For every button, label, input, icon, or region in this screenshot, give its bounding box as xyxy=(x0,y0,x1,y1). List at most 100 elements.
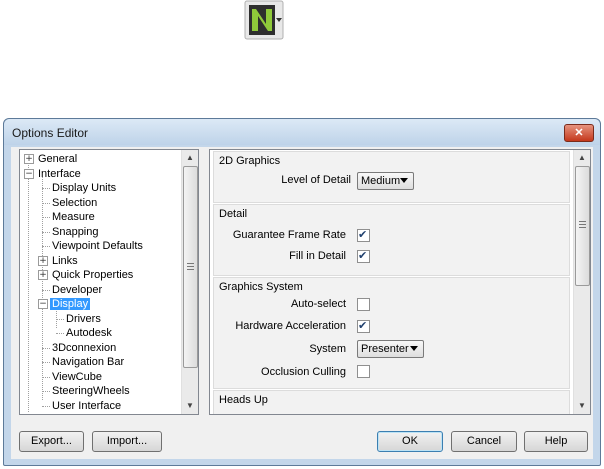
tree-item-label: General xyxy=(38,153,78,165)
tree-connector xyxy=(42,347,50,349)
grip-line xyxy=(187,266,194,267)
expand-icon[interactable]: + xyxy=(38,270,48,280)
options-tree: + General − Interface Display Units Selection… xyxy=(19,149,199,415)
fill-in-detail-label: Fill in Detail xyxy=(289,250,346,262)
tree-item[interactable]: User Interface xyxy=(50,399,123,413)
level-of-detail-value: Medium xyxy=(361,175,401,187)
tree-item-label: Quick Properties xyxy=(52,269,134,281)
ok-button[interactable]: OK xyxy=(377,431,443,452)
tree-connector xyxy=(28,162,29,412)
grip-line xyxy=(579,224,586,225)
tree-item[interactable]: Links xyxy=(50,254,80,268)
tree-item-label: Developer xyxy=(52,283,103,296)
tree-item-label: 3Dconnexion xyxy=(52,341,117,354)
tree-connector xyxy=(42,231,50,233)
tree-item[interactable]: Snapping xyxy=(50,225,101,239)
fill-in-detail-checkbox[interactable]: ✔ xyxy=(357,249,370,263)
tree-item[interactable]: Selection xyxy=(50,196,99,210)
hardware-acceleration-label: Hardware Acceleration xyxy=(235,320,346,332)
scroll-thumb[interactable] xyxy=(575,166,590,286)
auto-select-checkbox[interactable] xyxy=(357,298,370,311)
scroll-up-arrow-icon[interactable]: ▲ xyxy=(574,150,590,166)
level-of-detail-dropdown[interactable]: Medium xyxy=(357,172,414,190)
options-editor-dialog: Options Editor ✕ + General − Interface Displ… xyxy=(3,118,601,466)
tree-item[interactable]: Display xyxy=(50,297,91,311)
close-button[interactable]: ✕ xyxy=(564,124,594,142)
tree-connector xyxy=(42,362,50,363)
tree-item-label: Selection xyxy=(52,196,98,209)
system-dropdown[interactable]: Presenter xyxy=(357,340,424,358)
tree-item[interactable]: Viewpoint Defaults xyxy=(50,239,145,253)
group-detail: Detail Guarantee Frame Rate ✔ Fill in De… xyxy=(213,204,570,276)
title-bar[interactable]: Options Editor ✕ xyxy=(4,119,600,145)
group-title-graphics-system: Graphics System xyxy=(219,281,303,293)
tree-item[interactable]: Navigation Bar xyxy=(50,355,126,369)
expand-icon[interactable]: + xyxy=(38,255,48,266)
chevron-down-icon xyxy=(410,346,418,351)
tree-item-label: User Interface xyxy=(52,399,122,412)
tree-item-label: Autodesk xyxy=(66,327,112,339)
tree-connector xyxy=(56,318,64,320)
tree-item[interactable]: Quick Properties xyxy=(50,268,135,282)
help-button[interactable]: Help xyxy=(524,431,588,452)
chevron-down-icon xyxy=(400,178,408,183)
tree-connector xyxy=(42,405,50,407)
scroll-thumb[interactable] xyxy=(183,166,198,368)
tree-connector xyxy=(42,177,43,400)
tree-vertical-scrollbar[interactable]: ▲ ▼ xyxy=(181,150,198,414)
tree-connector xyxy=(42,217,50,218)
scroll-down-arrow-icon[interactable]: ▼ xyxy=(574,398,590,414)
tree-item-label: Measure xyxy=(52,211,95,223)
collapse-icon[interactable]: − xyxy=(38,299,48,309)
group-2d-graphics: 2D Graphics Level of Detail Medium xyxy=(213,151,570,203)
tree-item[interactable]: Developer xyxy=(50,283,104,297)
tree-item[interactable]: Interface xyxy=(36,167,83,181)
tree-connector xyxy=(42,289,50,291)
occlusion-culling-checkbox[interactable] xyxy=(357,365,370,378)
tree-connector xyxy=(56,333,64,334)
expand-icon[interactable]: + xyxy=(24,154,34,164)
group-title-detail: Detail xyxy=(219,208,248,220)
import-button[interactable]: Import... xyxy=(92,431,162,452)
scroll-down-arrow-icon[interactable]: ▼ xyxy=(182,398,198,414)
grip-line xyxy=(579,227,586,228)
tree-item[interactable]: SteeringWheels xyxy=(50,384,132,398)
group-graphics-system: Graphics System Auto-select Hardware Acc… xyxy=(213,277,570,389)
export-button[interactable]: Export... xyxy=(19,431,84,452)
level-of-detail-label: Level of Detail xyxy=(281,174,351,186)
tree-connector xyxy=(42,188,50,189)
tree-item[interactable]: General xyxy=(36,152,79,166)
checkmark-icon: ✔ xyxy=(358,228,368,241)
tree-item-label: Drivers xyxy=(66,312,101,325)
guarantee-frame-rate-label: Guarantee Frame Rate xyxy=(232,229,346,241)
tree-item[interactable]: Drivers xyxy=(64,312,103,326)
tree-connector xyxy=(42,246,50,247)
group-title-2d-graphics: 2D Graphics xyxy=(219,155,281,167)
tree-connector xyxy=(42,391,50,392)
tree-item-label: Display Units xyxy=(52,182,117,194)
hardware-acceleration-checkbox[interactable]: ✔ xyxy=(357,319,370,333)
tree-item[interactable]: 3Dconnexion xyxy=(50,341,118,355)
navisworks-app-icon[interactable] xyxy=(244,0,284,40)
panel-vertical-scrollbar[interactable]: ▲ ▼ xyxy=(573,150,590,414)
cancel-button[interactable]: Cancel xyxy=(451,431,517,452)
grip-line xyxy=(187,269,194,270)
tree-item[interactable]: Display Units xyxy=(50,181,118,195)
grip-line xyxy=(579,221,586,222)
tree-item-label: Snapping xyxy=(52,225,99,238)
auto-select-label: Auto-select xyxy=(290,298,346,310)
tree-item-label: Links xyxy=(52,254,78,267)
tree-item-label: Display xyxy=(50,298,91,310)
guarantee-frame-rate-checkbox[interactable]: ✔ xyxy=(357,228,370,242)
tree-item-label: Model xyxy=(36,414,70,415)
collapse-icon[interactable]: − xyxy=(24,168,34,179)
tree-connector xyxy=(42,202,50,204)
tree-item[interactable]: Model xyxy=(36,413,70,415)
tree-item-label: Navigation Bar xyxy=(52,356,125,368)
scroll-up-arrow-icon[interactable]: ▲ xyxy=(182,150,198,166)
tree-item[interactable]: ViewCube xyxy=(50,370,104,384)
checkmark-icon: ✔ xyxy=(358,319,368,332)
tree-item[interactable]: Autodesk xyxy=(64,326,114,340)
tree-item-label: SteeringWheels xyxy=(52,385,130,397)
tree-item[interactable]: Measure xyxy=(50,210,97,224)
